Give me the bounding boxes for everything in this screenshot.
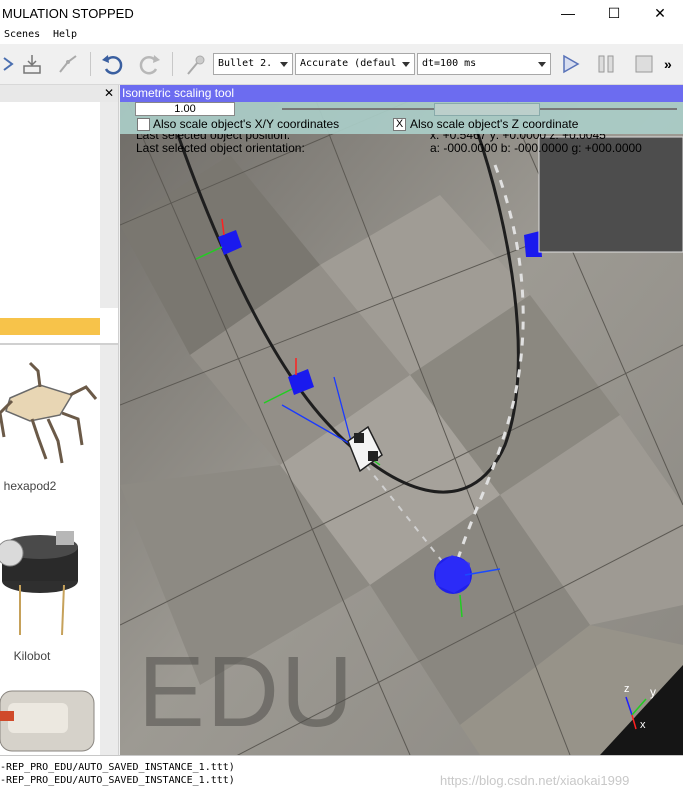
page-watermark: https://blog.csdn.net/xiaokai1999 (440, 773, 630, 788)
iso-scaling-tool-body: 1.00 Also scale object's X/Y coordinates… (120, 102, 683, 134)
model-item-hexapod2[interactable]: hexapod2 (0, 353, 100, 513)
model-item-kilobot[interactable]: Kilobot (0, 523, 100, 673)
maximize-button[interactable]: ☐ (591, 0, 637, 26)
scale-z-label: Also scale object's Z coordinate (410, 117, 579, 131)
close-icon[interactable]: ✕ (104, 86, 114, 100)
physics-engine-value: Bullet 2. (218, 58, 273, 69)
scale-input[interactable]: 1.00 (135, 102, 235, 116)
model-thumbnail-partial[interactable] (0, 683, 100, 755)
save-scene-icon[interactable] (20, 52, 44, 76)
maximize-icon: ☐ (607, 4, 621, 21)
toolbar: Bullet 2. Accurate (defaul dt=100 ms » (0, 44, 683, 85)
scrollbar[interactable] (100, 345, 118, 755)
undo-icon[interactable] (100, 52, 124, 76)
axis-label-x: x (640, 719, 646, 731)
stop-icon[interactable] (632, 52, 656, 76)
timestep-select[interactable]: dt=100 ms (417, 53, 551, 75)
orientation-label: Last selected object orientation: (136, 141, 305, 155)
edu-watermark: EDU (138, 636, 356, 748)
scale-xy-checkbox[interactable] (137, 118, 150, 131)
axis-label-z: z (624, 683, 630, 695)
panel-header: ✕ (0, 85, 118, 102)
play-icon[interactable] (558, 52, 582, 76)
scene-viewport[interactable]: EDU z y x Isometric scaling tool 1.00 Al… (120, 85, 683, 755)
window-title: MULATION STOPPED (2, 6, 134, 21)
orientation-values: a: -000.0000 b: -000.0000 g: +000.0000 (430, 141, 642, 155)
console-line: -REP_PRO_EDU/AUTO_SAVED_INSTANCE_1.ttt) (0, 775, 235, 786)
scale-slider-handle[interactable] (434, 103, 540, 116)
menu-help[interactable]: Help (53, 29, 77, 40)
chevron-down-icon (402, 62, 410, 67)
physics-engine-select[interactable]: Bullet 2. (213, 53, 293, 75)
scale-xy-label: Also scale object's X/Y coordinates (153, 117, 340, 131)
chevron-down-icon (538, 62, 546, 67)
scale-z-checkbox[interactable]: X (393, 118, 406, 131)
redo-icon[interactable] (138, 52, 162, 76)
model-label: hexapod2 (3, 479, 57, 493)
accuracy-value: Accurate (defaul (300, 58, 397, 69)
kilobot-thumbnail (0, 531, 78, 636)
timestep-value: dt=100 ms (422, 58, 477, 69)
close-button[interactable]: ✕ (637, 0, 683, 26)
axis-label-y: y (650, 685, 656, 699)
console-line: -REP_PRO_EDU/AUTO_SAVED_INSTANCE_1.ttt) (0, 762, 235, 773)
open-scene-icon[interactable] (0, 52, 14, 76)
close-icon: ✕ (654, 4, 666, 21)
model-label: Kilobot (13, 649, 51, 663)
more-tools-icon[interactable]: » (664, 56, 672, 72)
accuracy-select[interactable]: Accurate (defaul (295, 53, 415, 75)
selected-folder-highlight[interactable] (0, 318, 100, 335)
chevron-down-icon (280, 62, 288, 67)
minimize-button[interactable]: — (545, 0, 591, 26)
iso-scaling-tool-header: Isometric scaling tool (120, 85, 683, 102)
hexapod-thumbnail (0, 361, 98, 464)
console-output: -REP_PRO_EDU/AUTO_SAVED_INSTANCE_1.ttt) … (0, 755, 683, 800)
dynamics-icon[interactable] (184, 52, 208, 76)
menu-bar: Scenes Help (0, 26, 683, 44)
model-browser: ✕ hexapod2 Kilobot (0, 85, 119, 755)
pause-icon[interactable] (594, 52, 618, 76)
menu-scenes[interactable]: Scenes (4, 29, 40, 40)
assemble-icon[interactable] (56, 52, 80, 76)
minimize-icon: — (561, 5, 575, 21)
scrollbar[interactable] (100, 102, 118, 308)
title-bar: MULATION STOPPED — ☐ ✕ (0, 0, 683, 26)
iso-tool-title: Isometric scaling tool (122, 86, 235, 100)
